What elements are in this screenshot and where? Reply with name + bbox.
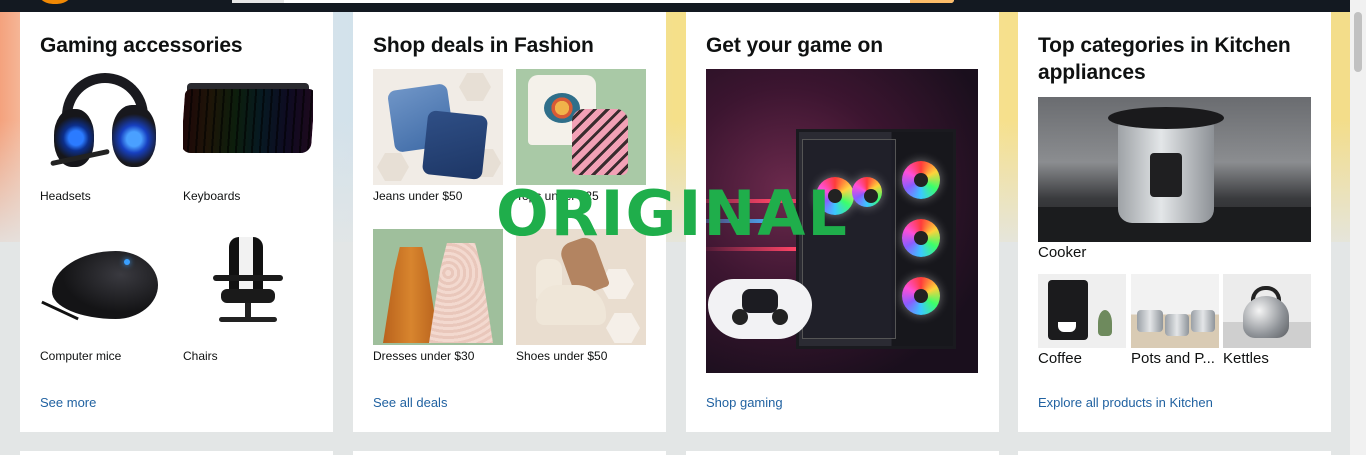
grid-item-label[interactable]: Coffee <box>1038 350 1126 367</box>
headset-image[interactable] <box>40 69 170 185</box>
grid-item-coffee[interactable]: Coffee <box>1038 274 1126 367</box>
card-gaming-accessories: Gaming accessories Headsets Keyboards Co… <box>20 12 333 432</box>
grid-item-label[interactable]: Kettles <box>1223 350 1311 367</box>
next-row-card <box>20 451 333 455</box>
see-all-deals-link[interactable]: See all deals <box>373 395 447 410</box>
grid-item-keyboards[interactable]: Keyboards <box>183 69 313 204</box>
tops-image[interactable] <box>516 69 646 185</box>
grid-item-label[interactable]: Pots and P... <box>1131 350 1219 367</box>
mouse-image[interactable] <box>40 229 170 345</box>
card-title: Shop deals in Fashion <box>373 34 594 57</box>
grid-item-label[interactable]: Cooker <box>1038 244 1086 261</box>
dress-image[interactable] <box>373 229 503 345</box>
grid-item-label[interactable]: Chairs <box>183 348 313 364</box>
page-scrollbar[interactable] <box>1350 0 1366 455</box>
grid-item-dresses[interactable]: Dresses under $30 <box>373 229 503 364</box>
grid-item-label[interactable]: Keyboards <box>183 188 313 204</box>
see-more-link[interactable]: See more <box>40 395 96 410</box>
grid-item-label[interactable]: Shoes under $50 <box>516 348 646 364</box>
chair-image[interactable] <box>183 229 313 345</box>
explore-kitchen-link[interactable]: Explore all products in Kitchen <box>1038 395 1213 410</box>
grid-item-label[interactable]: Headsets <box>40 188 170 204</box>
card-kitchen-appliances: Top categories in Kitchen appliances Coo… <box>1018 12 1331 432</box>
search-icon[interactable] <box>910 0 954 3</box>
search-category-dropdown[interactable] <box>232 0 284 3</box>
grid-item-computer-mice[interactable]: Computer mice <box>40 229 170 364</box>
next-row-card <box>353 451 666 455</box>
card-title: Get your game on <box>706 34 883 57</box>
top-navigation-bar <box>0 0 1366 12</box>
grid-item-pots[interactable]: Pots and P... <box>1131 274 1219 367</box>
next-row-card <box>686 451 999 455</box>
original-watermark: ORIGINAL <box>496 177 849 250</box>
next-row-card <box>1018 451 1331 455</box>
jeans-image[interactable] <box>373 69 503 185</box>
card-title: Gaming accessories <box>40 34 243 57</box>
grid-item-label[interactable]: Jeans under $50 <box>373 188 503 204</box>
scrollbar-thumb[interactable] <box>1354 12 1362 72</box>
pots-image[interactable] <box>1131 274 1219 348</box>
grid-item-jeans[interactable]: Jeans under $50 <box>373 69 503 204</box>
search-bar[interactable] <box>232 0 954 3</box>
grid-item-chairs[interactable]: Chairs <box>183 229 313 364</box>
card-title: Top categories in Kitchen appliances <box>1038 34 1291 84</box>
grid-item-kettles[interactable]: Kettles <box>1223 274 1311 367</box>
grid-item-label[interactable]: Computer mice <box>40 348 170 364</box>
shop-gaming-link[interactable]: Shop gaming <box>706 395 783 410</box>
grid-item-headsets[interactable]: Headsets <box>40 69 170 204</box>
amazon-logo-icon[interactable] <box>35 0 75 4</box>
coffee-machine-image[interactable] <box>1038 274 1126 348</box>
pressure-cooker-image[interactable] <box>1038 97 1311 242</box>
kettle-image[interactable] <box>1223 274 1311 348</box>
grid-item-label[interactable]: Dresses under $30 <box>373 348 503 364</box>
keyboard-image[interactable] <box>183 69 313 185</box>
